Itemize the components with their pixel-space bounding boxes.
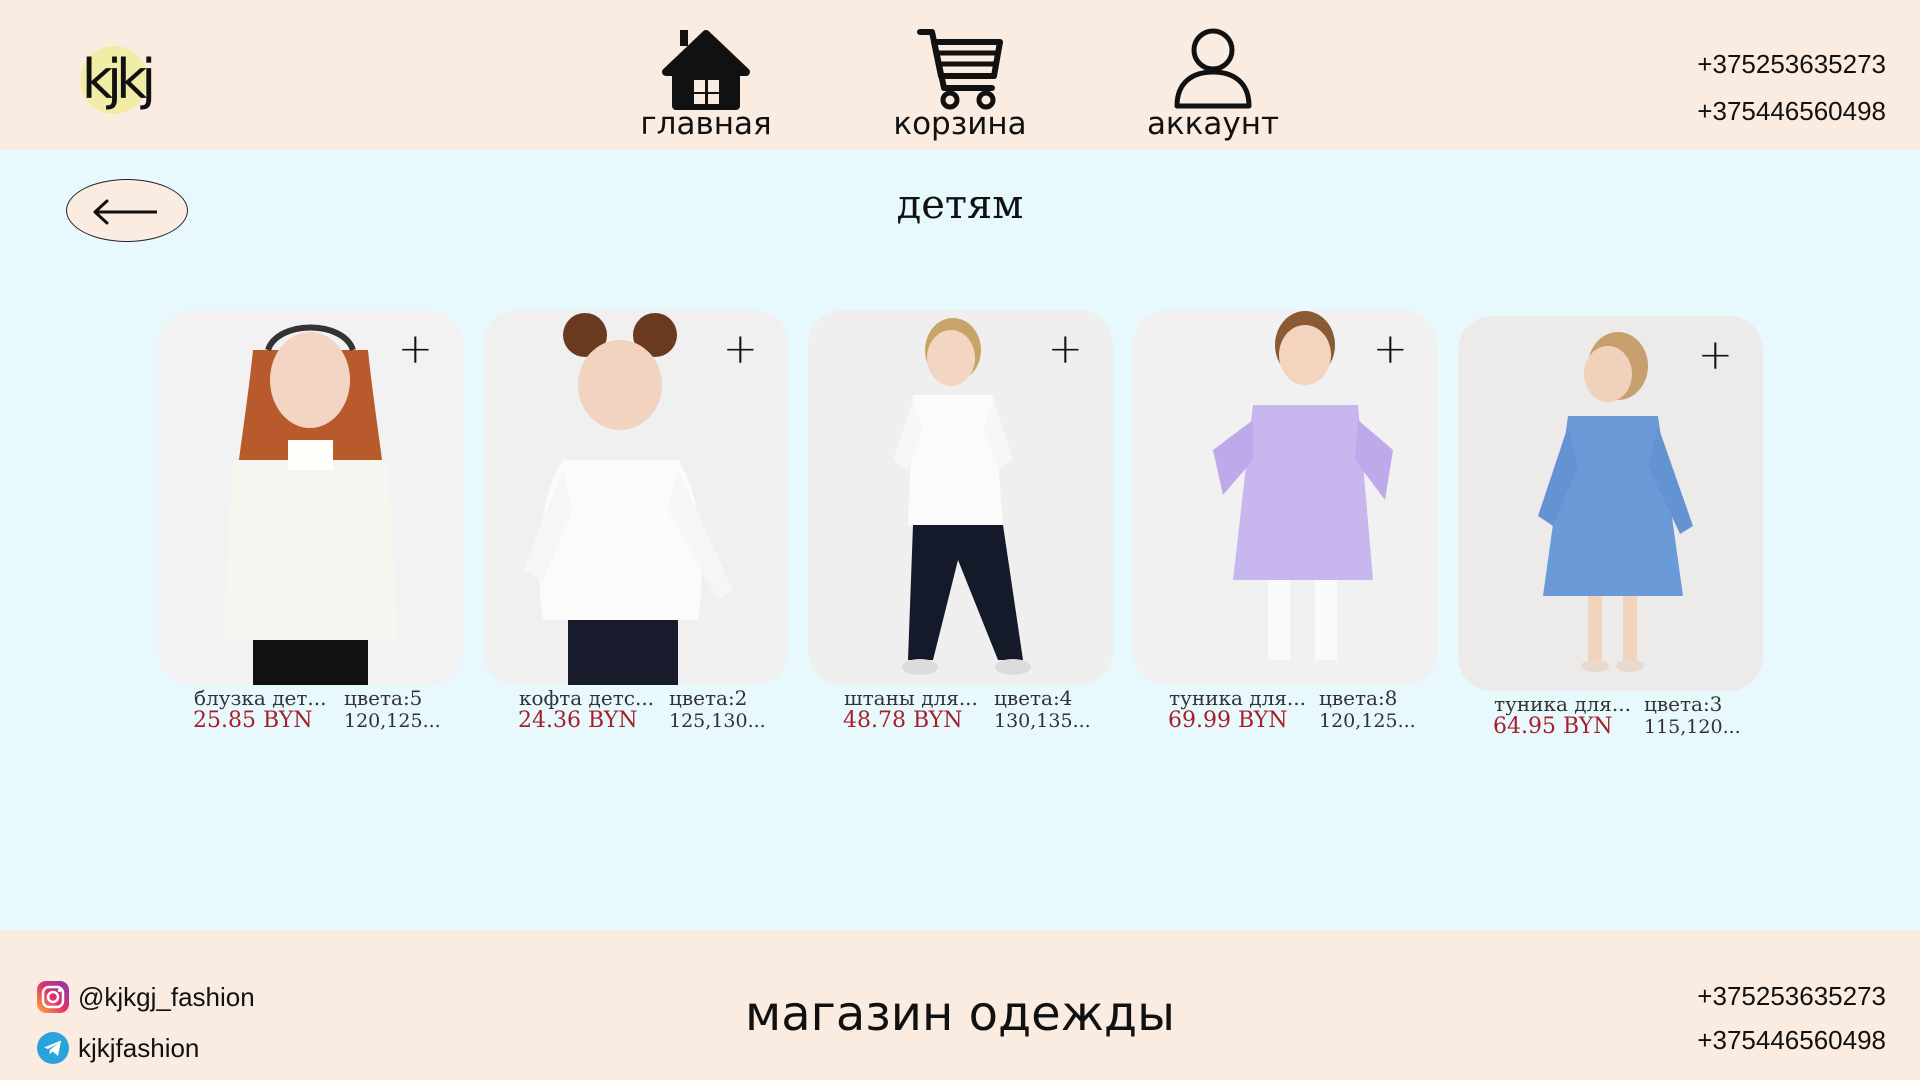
phone-2[interactable]: +375446560498 (1697, 93, 1886, 140)
add-to-cart-button[interactable]: + (1373, 324, 1408, 374)
product-sizes: 130,135... (994, 710, 1091, 732)
arrow-left-icon (93, 199, 157, 225)
instagram-icon (37, 981, 69, 1013)
telegram-handle: kjkjfashion (78, 1032, 200, 1063)
site-header: kjkj главная корзина аккаунт +3752536352… (0, 0, 1920, 150)
product-colors: цвета:4 (994, 686, 1073, 710)
telegram-link[interactable]: kjkjfashion (36, 1031, 199, 1065)
cart-icon (917, 29, 1003, 110)
telegram-icon (37, 1032, 69, 1064)
footer-phones: +375253635273 +375446560498 (1697, 978, 1886, 1066)
product-price: 25.85 BYN (193, 708, 313, 733)
phone-1[interactable]: +375253635273 (1697, 46, 1886, 93)
add-to-cart-button[interactable]: + (1048, 324, 1083, 374)
product-sizes: 120,125... (1319, 710, 1416, 732)
site-footer: @kjkgj_fashion kjkjfashion магазин одежд… (0, 930, 1920, 1080)
home-icon (662, 30, 750, 110)
header-phones: +375253635273 +375446560498 (1697, 46, 1886, 140)
phone-1[interactable]: +375253635273 (1697, 978, 1886, 1022)
back-button[interactable] (66, 179, 188, 242)
product-sizes: 120,125... (344, 710, 441, 732)
product-sizes: 125,130... (669, 710, 766, 732)
product-colors: цвета:8 (1319, 686, 1398, 710)
nav-cart-label: корзина (893, 106, 1027, 142)
logo-text: kjkj (81, 48, 157, 111)
product-name[interactable]: туника для... (1494, 692, 1631, 716)
nav-home[interactable]: главная (621, 26, 791, 142)
product-colors: цвета:2 (669, 686, 748, 710)
product-name[interactable]: блузка дет... (194, 686, 327, 710)
add-to-cart-button[interactable]: + (1698, 330, 1733, 380)
nav-account[interactable]: аккаунт (1128, 26, 1298, 142)
instagram-link[interactable]: @kjkgj_fashion (36, 980, 255, 1014)
product-name[interactable]: штаны для... (844, 686, 978, 710)
add-to-cart-button[interactable]: + (723, 324, 758, 374)
nav-home-label: главная (640, 106, 772, 142)
phone-2[interactable]: +375446560498 (1697, 1022, 1886, 1066)
instagram-handle: @kjkgj_fashion (78, 981, 255, 1012)
product-price: 64.95 BYN (1493, 714, 1613, 739)
product-price: 24.36 BYN (518, 708, 638, 733)
product-price: 69.99 BYN (1168, 708, 1288, 733)
footer-title: магазин одежды (744, 986, 1176, 1042)
product-price: 48.78 BYN (843, 708, 963, 733)
user-icon (1174, 28, 1252, 109)
product-name[interactable]: кофта детс... (519, 686, 654, 710)
product-colors: цвета:5 (344, 686, 423, 710)
product-name[interactable]: туника для... (1169, 686, 1306, 710)
logo[interactable]: kjkj (76, 40, 156, 120)
nav-account-label: аккаунт (1146, 106, 1280, 142)
add-to-cart-button[interactable]: + (398, 324, 433, 374)
product-sizes: 115,120... (1644, 716, 1741, 738)
product-colors: цвета:3 (1644, 692, 1723, 716)
nav-cart[interactable]: корзина (875, 26, 1045, 142)
page-title: детям (896, 182, 1024, 228)
